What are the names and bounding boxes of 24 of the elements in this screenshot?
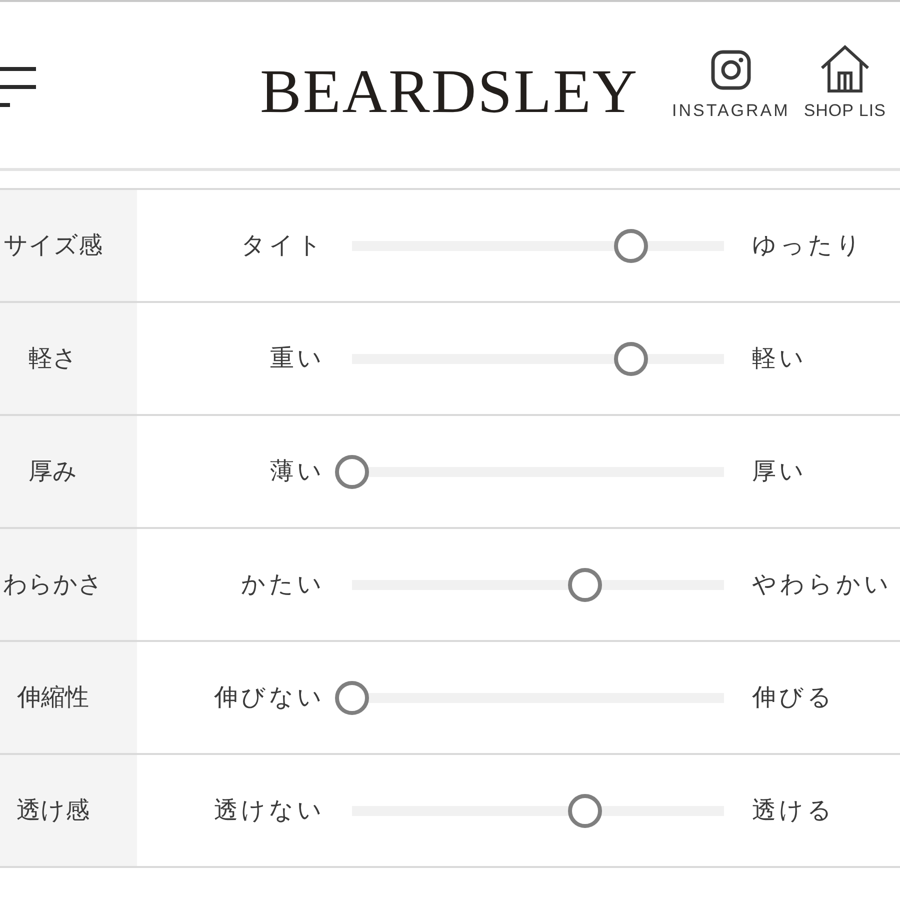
low-end-label: 重い	[270, 344, 325, 373]
house-icon	[820, 44, 870, 94]
low-end-label: 伸びない	[214, 683, 325, 712]
low-end-label: タイト	[241, 231, 325, 260]
attribute-label: サイズ感	[4, 231, 102, 260]
brand-logo[interactable]: BEARDSLEY	[260, 61, 639, 123]
high-end-label: 厚い	[752, 457, 807, 486]
low-end-label: かたい	[241, 570, 325, 599]
attribute-label: わらかさ	[3, 570, 103, 599]
shop-list-link[interactable]: SHOP LIS	[804, 2, 886, 121]
attribute-label: 厚み	[28, 457, 78, 486]
high-end-label: 軽い	[752, 344, 807, 373]
attribute-label: 軽さ	[28, 344, 78, 373]
high-end-label: 伸びる	[752, 683, 835, 712]
high-end-label: 透ける	[752, 796, 835, 825]
instagram-icon	[710, 49, 752, 91]
high-end-label: やわらかい	[752, 570, 892, 599]
menu-icon[interactable]	[0, 65, 36, 109]
attribute-label: 透け感	[16, 796, 90, 825]
attribute-label: 伸縮性	[17, 683, 89, 712]
low-end-label: 透けない	[214, 796, 325, 825]
instagram-link[interactable]: INSTAGRAM	[672, 2, 790, 121]
low-end-label: 薄い	[270, 457, 325, 486]
high-end-label: ゆったり	[752, 231, 864, 260]
